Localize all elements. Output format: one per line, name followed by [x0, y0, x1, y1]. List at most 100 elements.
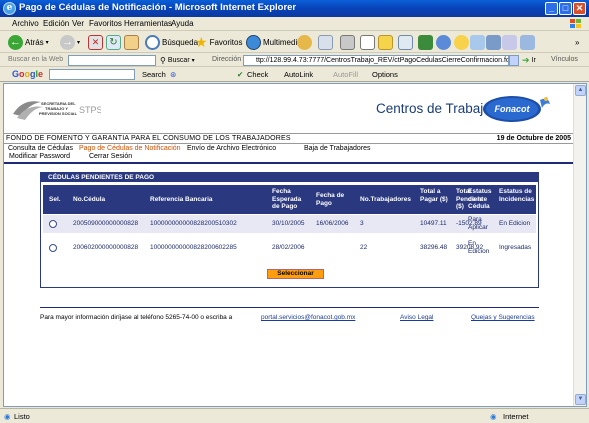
checkmark-icon: ✔ [237, 70, 244, 79]
nav-envio-archivo[interactable]: Envío de Archivo Electrónico [187, 145, 276, 152]
refresh-icon: ↻ [106, 34, 121, 50]
toolbar-more-button[interactable]: » [575, 34, 579, 50]
url-input[interactable]: ttp://128.99.4.73:7777/CentrosTrabajo_RE… [243, 55, 509, 66]
print-icon [340, 34, 355, 50]
menu-archivo[interactable]: Archivo [12, 19, 39, 28]
people-button[interactable] [436, 34, 451, 50]
google-search-button[interactable]: Search [142, 70, 166, 79]
web-search-input[interactable] [68, 55, 156, 66]
main-nav: Consulta de Cédulas Pago de Cédulas de N… [4, 144, 575, 162]
multimedia-label: Multimedia [263, 37, 302, 47]
stop-button[interactable]: ✕ [88, 34, 103, 50]
tool-icon [520, 34, 535, 50]
menu-favoritos[interactable]: Favoritos [89, 19, 122, 28]
discuss-button[interactable] [378, 34, 393, 50]
cell-estatus-incidencias: En Edicion [499, 220, 531, 227]
svg-text:PREVISION SOCIAL: PREVISION SOCIAL [39, 111, 78, 116]
window-title: Pago de Cédulas de Notificación - Micros… [19, 2, 297, 13]
check-button[interactable]: Check [247, 70, 268, 79]
google-search-input[interactable] [49, 69, 135, 80]
search-label: Búsqueda [162, 37, 199, 47]
maximize-button[interactable]: □ [559, 2, 572, 15]
current-date: 19 de Octubre de 2005 [496, 135, 571, 142]
edit-icon [360, 34, 375, 50]
svg-text:STPS: STPS [79, 105, 101, 115]
options-button[interactable]: Options [372, 70, 398, 79]
internet-zone-icon: ◉ [490, 412, 497, 421]
nav-cerrar-sesion[interactable]: Cerrar Sesión [89, 153, 132, 160]
messenger-button[interactable] [418, 34, 433, 50]
refresh-button[interactable]: ↻ [106, 34, 121, 50]
nav-modificar-password[interactable]: Modificar Password [9, 153, 70, 160]
scroll-up-icon[interactable]: ▲ [575, 85, 586, 96]
smiley-icon [454, 34, 469, 50]
buscar-button[interactable]: ⚲ Buscar ▾ [160, 54, 195, 66]
back-label: Atrás [25, 37, 44, 47]
menu-herramientas[interactable]: Herramientas [124, 19, 172, 28]
col-estatus-cedula: Estatus de la Cédula [468, 188, 492, 210]
history-icon [297, 34, 312, 50]
scroll-down-icon[interactable]: ▼ [575, 394, 586, 405]
window-icon [470, 34, 485, 50]
mail-button[interactable] [318, 34, 333, 50]
footer-info: Para mayor información diríjase al teléf… [40, 314, 233, 321]
forward-arrow-icon: → [60, 34, 75, 50]
research-button[interactable] [398, 34, 413, 50]
history-button[interactable] [297, 34, 312, 50]
toolbar-button[interactable] [520, 34, 535, 50]
cell-estatus-cedula: En Edicion [468, 240, 490, 255]
quejas-sugerencias-link[interactable]: Quejas y Sugerencias [471, 314, 535, 321]
multimedia-button[interactable]: Multimedia [246, 34, 302, 50]
toolbar-button[interactable] [470, 34, 485, 50]
people-icon [436, 34, 451, 50]
url-dropdown-button[interactable] [509, 55, 519, 66]
fonacot-logo: Fonacot [483, 96, 550, 122]
dropdown-icon: ▾ [77, 39, 81, 46]
google-logo[interactable]: Google [12, 69, 43, 79]
edit-button[interactable] [360, 34, 375, 50]
menu-edicion[interactable]: Edición [43, 19, 69, 28]
nav-consulta-cedulas[interactable]: Consulta de Cédulas [8, 145, 73, 152]
menu-ver[interactable]: Ver [72, 19, 84, 28]
favorites-button[interactable]: ★ Favoritos [195, 34, 242, 50]
row-select-radio[interactable] [49, 244, 57, 252]
autofill-button[interactable]: AutoFill [333, 70, 358, 79]
col-sel: Sel. [49, 196, 61, 203]
cell-referencia: 100000000000828200602285 [150, 244, 237, 251]
table-row[interactable]: 200602000000000828 100000000000828200602… [43, 239, 536, 257]
smiley-button[interactable] [454, 34, 469, 50]
autolink-button[interactable]: AutoLink [284, 70, 313, 79]
chevron-right-icon: » [575, 37, 580, 47]
star-icon: ★ [195, 33, 208, 50]
nav-pago-cedulas[interactable]: Pago de Cédulas de Notificación [79, 145, 181, 152]
nav-divider [4, 162, 575, 164]
vertical-scrollbar[interactable]: ▲ ▼ [573, 84, 586, 406]
toolbar-button[interactable] [502, 34, 517, 50]
stps-logo: SECRETARIA DEL TRABAJO Y PREVISION SOCIA… [13, 101, 101, 120]
row-select-radio[interactable] [49, 220, 57, 228]
minimize-button[interactable]: _ [545, 2, 558, 15]
search-button[interactable]: Búsqueda [145, 34, 198, 50]
google-search-icon[interactable]: ⊛ [170, 70, 176, 79]
table-header: Sel. No.Cédula Referencia Bancaria Fecha… [43, 185, 536, 214]
toolbar-button[interactable] [486, 34, 501, 50]
home-button[interactable] [124, 34, 139, 50]
nav-baja-trabajadores[interactable]: Baja de Trabajadores [304, 145, 371, 152]
back-button[interactable]: ← Atrás ▾ [8, 34, 49, 50]
close-button[interactable]: ✕ [573, 2, 586, 15]
table-row[interactable]: 200509000000000828 100000000000828200510… [43, 215, 536, 233]
print-button[interactable] [340, 34, 355, 50]
seleccionar-button[interactable]: Seleccionar [267, 269, 324, 279]
window-title-bar[interactable]: e Pago de Cédulas de Notificación - Micr… [0, 0, 589, 17]
aviso-legal-link[interactable]: Aviso Legal [400, 314, 434, 321]
forward-button[interactable]: → ▾ [60, 34, 80, 50]
page-status-icon: ◉ [4, 412, 11, 421]
footer-email-link[interactable]: portal.servicios@fonacot.gob.mx [261, 314, 355, 321]
google-toolbar: Google Search ⊛ ✔ Check AutoLink AutoFil… [0, 67, 589, 82]
menu-ayuda[interactable]: Ayuda [171, 19, 194, 28]
note-icon [378, 34, 393, 50]
menu-bar: Archivo Edición Ver Favoritos Herramient… [0, 17, 589, 31]
go-button[interactable]: ➔ Ir [522, 54, 536, 66]
cell-total-pagar: 10497.11 [420, 220, 447, 227]
vinculos-link[interactable]: Vínculos [551, 56, 578, 63]
